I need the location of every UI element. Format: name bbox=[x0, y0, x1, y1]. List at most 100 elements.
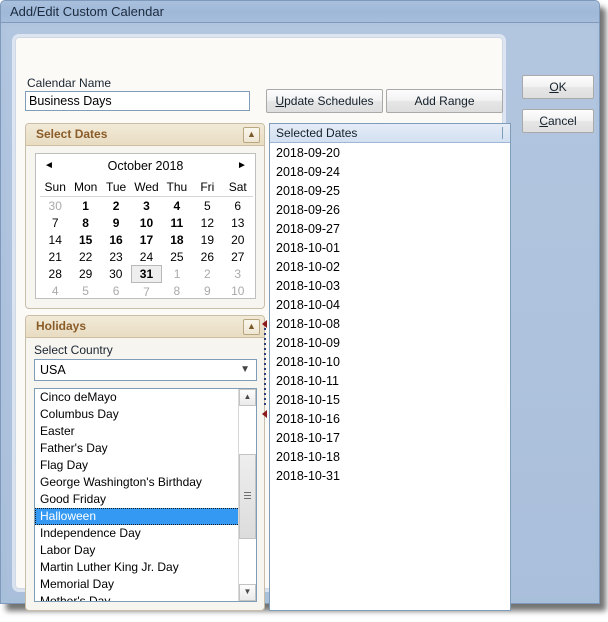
selected-dates-column-header[interactable]: Selected Dates bbox=[270, 124, 510, 143]
update-schedules-button[interactable]: Update Schedules bbox=[266, 89, 383, 113]
panel-splitter[interactable] bbox=[261, 123, 269, 611]
selected-date-item[interactable]: 2018-10-04 bbox=[270, 296, 510, 315]
holiday-item[interactable]: Cinco deMayo bbox=[35, 389, 240, 406]
calendar-day-cell[interactable]: 3 bbox=[223, 266, 253, 283]
selected-date-item[interactable]: 2018-10-02 bbox=[270, 258, 510, 277]
cancel-button[interactable]: Cancel bbox=[522, 109, 594, 133]
chevron-down-icon: ▼ bbox=[240, 364, 250, 375]
calendar-day-cell[interactable]: 26 bbox=[192, 248, 222, 266]
holiday-item[interactable]: Easter bbox=[35, 423, 240, 440]
calendar-day-cell[interactable]: 18 bbox=[162, 231, 192, 248]
selected-date-item[interactable]: 2018-09-20 bbox=[270, 144, 510, 163]
calendar-day-cell[interactable]: 10 bbox=[223, 283, 253, 301]
calendar-day-cell[interactable]: 22 bbox=[70, 248, 100, 266]
calendar-day-cell[interactable]: 20 bbox=[223, 231, 253, 248]
calendar-day-cell[interactable]: 12 bbox=[192, 214, 222, 231]
holiday-item[interactable]: Independence Day bbox=[35, 525, 240, 542]
chevron-up-icon[interactable]: ▲ bbox=[243, 127, 260, 143]
selected-date-item[interactable]: 2018-10-16 bbox=[270, 410, 510, 429]
holiday-item[interactable]: George Washington's Birthday bbox=[35, 474, 240, 491]
calendar-day-cell[interactable]: 2 bbox=[101, 197, 131, 215]
selected-date-item[interactable]: 2018-10-09 bbox=[270, 334, 510, 353]
calendar-day-cell[interactable]: 2 bbox=[192, 266, 222, 283]
calendar-day-cell[interactable]: 28 bbox=[40, 266, 70, 283]
splitter-arrow-icon[interactable] bbox=[262, 320, 267, 328]
add-range-button[interactable]: Add Range bbox=[386, 89, 503, 113]
prev-month-icon[interactable]: ◄ bbox=[42, 159, 56, 173]
calendar-name-input[interactable] bbox=[25, 91, 250, 111]
holiday-item[interactable]: Good Friday bbox=[35, 491, 240, 508]
country-select[interactable]: USA ▼ bbox=[34, 359, 257, 381]
calendar-day-cell[interactable]: 24 bbox=[131, 248, 161, 266]
selected-date-item[interactable]: 2018-10-31 bbox=[270, 467, 510, 486]
calendar-day-cell[interactable]: 5 bbox=[70, 283, 100, 301]
holiday-item[interactable]: Martin Luther King Jr. Day bbox=[35, 559, 240, 576]
holiday-item[interactable]: Labor Day bbox=[35, 542, 240, 559]
calendar-week-row: 30 1 2 3 4 5 6 bbox=[40, 197, 253, 215]
selected-date-item[interactable]: 2018-10-17 bbox=[270, 429, 510, 448]
selected-date-item[interactable]: 2018-09-26 bbox=[270, 201, 510, 220]
chevron-up-icon[interactable]: ▲ bbox=[243, 319, 260, 335]
calendar-day-cell[interactable]: 9 bbox=[192, 283, 222, 301]
selected-date-item[interactable]: 2018-09-25 bbox=[270, 182, 510, 201]
calendar-day-cell[interactable]: 6 bbox=[223, 197, 253, 215]
calendar-day-cell[interactable]: 14 bbox=[40, 231, 70, 248]
scroll-down-icon[interactable]: ▼ bbox=[239, 584, 256, 601]
holiday-item[interactable]: Memorial Day bbox=[35, 576, 240, 593]
calendar-day-cell[interactable]: 4 bbox=[40, 283, 70, 301]
calendar-day-cell[interactable]: 25 bbox=[162, 248, 192, 266]
calendar-day-cell[interactable]: 27 bbox=[223, 248, 253, 266]
selected-date-item[interactable]: 2018-09-27 bbox=[270, 220, 510, 239]
calendar-day-cell[interactable]: 8 bbox=[162, 283, 192, 301]
selected-date-item[interactable]: 2018-10-15 bbox=[270, 391, 510, 410]
selected-date-item[interactable]: 2018-10-11 bbox=[270, 372, 510, 391]
selected-date-item[interactable]: 2018-10-18 bbox=[270, 448, 510, 467]
calendar-day-cell[interactable]: 11 bbox=[162, 214, 192, 231]
calendar-day-cell[interactable]: 7 bbox=[131, 283, 161, 301]
holiday-item[interactable]: Flag Day bbox=[35, 457, 240, 474]
selected-dates-listbox[interactable]: Selected Dates 2018-09-20 2018-09-24 2018-… bbox=[269, 123, 511, 611]
holiday-listbox[interactable]: Cinco deMayo Columbus Day Easter Father's D… bbox=[34, 388, 257, 602]
calendar-day-cell[interactable]: 21 bbox=[40, 248, 70, 266]
ok-button[interactable]: OK bbox=[522, 75, 594, 99]
calendar-day-cell[interactable]: 13 bbox=[223, 214, 253, 231]
holiday-item[interactable]: Columbus Day bbox=[35, 406, 240, 423]
month-calendar[interactable]: October 2018 ◄ ► Sun Mon Tue Wed Thu Fri Sat 3… bbox=[35, 153, 256, 299]
calendar-day-cell[interactable]: 17 bbox=[131, 231, 161, 248]
selected-date-item[interactable]: 2018-10-08 bbox=[270, 315, 510, 334]
splitter-arrow-icon[interactable] bbox=[262, 410, 267, 418]
calendar-month-label: October 2018 bbox=[107, 159, 184, 173]
calendar-day-cell[interactable]: 1 bbox=[70, 197, 100, 215]
calendar-day-cell[interactable]: 4 bbox=[162, 197, 192, 215]
calendar-day-cell[interactable]: 29 bbox=[70, 266, 100, 283]
next-month-icon[interactable]: ► bbox=[235, 159, 249, 173]
selected-date-item[interactable]: 2018-10-03 bbox=[270, 277, 510, 296]
holiday-item[interactable]: Mother's Day bbox=[35, 593, 240, 601]
calendar-day-cell[interactable]: 1 bbox=[162, 266, 192, 283]
calendar-day-cell[interactable]: 15 bbox=[70, 231, 100, 248]
calendar-day-cell[interactable]: 31 bbox=[130, 265, 163, 283]
selected-date-item[interactable]: 2018-10-01 bbox=[270, 239, 510, 258]
calendar-day-cell[interactable]: 10 bbox=[131, 214, 161, 231]
selected-date-item[interactable]: 2018-09-24 bbox=[270, 163, 510, 182]
calendar-day-cell[interactable]: 5 bbox=[192, 197, 222, 215]
calendar-day-cell[interactable]: 8 bbox=[70, 214, 100, 231]
dialog-client-area: Calendar Name Update Schedules Add Range… bbox=[6, 27, 596, 611]
holiday-items: Cinco deMayo Columbus Day Easter Father's D… bbox=[35, 389, 240, 601]
calendar-day-cell[interactable]: 7 bbox=[40, 214, 70, 231]
holiday-item[interactable]: Father's Day bbox=[35, 440, 240, 457]
calendar-day-cell[interactable]: 19 bbox=[192, 231, 222, 248]
holiday-scrollbar[interactable]: ▲ ▼ bbox=[238, 389, 256, 601]
selected-date-item[interactable]: 2018-10-10 bbox=[270, 353, 510, 372]
scrollbar-thumb[interactable] bbox=[239, 454, 256, 539]
calendar-day-cell[interactable]: 3 bbox=[131, 197, 161, 215]
calendar-day-cell[interactable]: 30 bbox=[101, 266, 131, 283]
calendar-day-cell[interactable]: 30 bbox=[40, 197, 70, 215]
column-divider[interactable] bbox=[502, 127, 503, 139]
calendar-day-cell[interactable]: 16 bbox=[101, 231, 131, 248]
calendar-day-cell[interactable]: 23 bbox=[101, 248, 131, 266]
calendar-day-cell[interactable]: 6 bbox=[101, 283, 131, 301]
scroll-up-icon[interactable]: ▲ bbox=[239, 389, 256, 406]
calendar-day-cell[interactable]: 9 bbox=[101, 214, 131, 231]
holiday-item-selected[interactable]: Halloween bbox=[35, 508, 240, 525]
